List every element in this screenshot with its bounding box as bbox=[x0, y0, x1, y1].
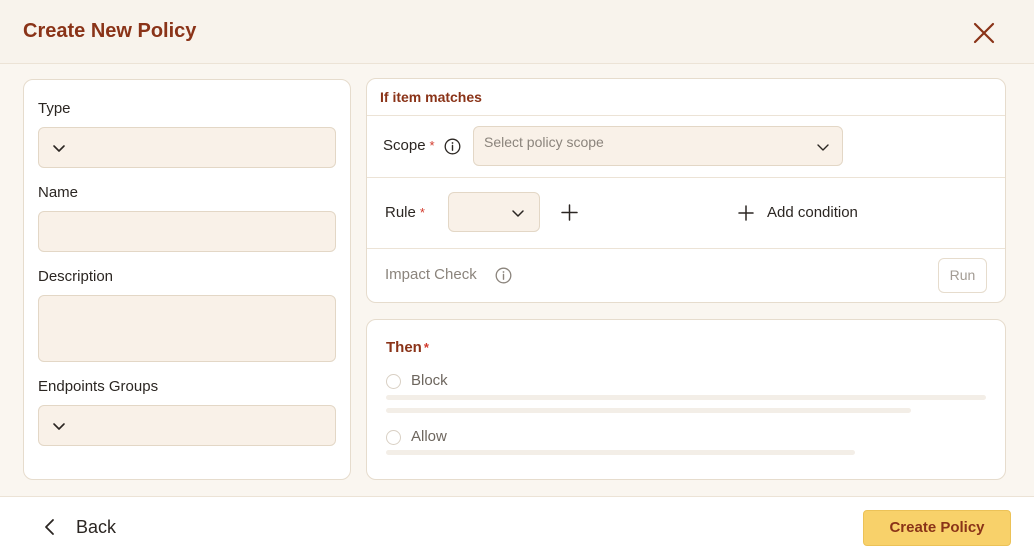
allow-radio[interactable] bbox=[386, 430, 401, 445]
chevron-left-icon bbox=[45, 519, 54, 535]
rule-label-group: Rule * bbox=[385, 204, 425, 221]
skeleton-line bbox=[386, 450, 855, 455]
rule-label: Rule bbox=[385, 204, 416, 221]
info-icon[interactable] bbox=[495, 267, 512, 284]
block-label: Block bbox=[411, 372, 448, 389]
name-input[interactable] bbox=[38, 211, 336, 252]
scope-label-group: Scope * bbox=[383, 137, 435, 154]
chevron-down-icon bbox=[53, 423, 65, 430]
add-condition-button[interactable]: Add condition bbox=[738, 203, 868, 223]
scope-placeholder: Select policy scope bbox=[484, 134, 604, 150]
description-textarea[interactable] bbox=[38, 295, 336, 362]
policy-details-panel: Type Name Description Endpoints Groups bbox=[23, 79, 351, 480]
divider bbox=[367, 177, 1005, 178]
required-mark: * bbox=[423, 340, 429, 355]
close-button[interactable] bbox=[970, 19, 998, 47]
create-policy-button[interactable]: Create Policy bbox=[863, 510, 1011, 546]
impact-check-label: Impact Check bbox=[385, 266, 477, 283]
endpoints-groups-label: Endpoints Groups bbox=[38, 378, 159, 395]
then-title-group: Then * bbox=[386, 339, 429, 356]
name-label: Name bbox=[38, 184, 79, 201]
add-rule-icon[interactable] bbox=[561, 204, 578, 221]
chevron-down-icon bbox=[53, 145, 65, 152]
type-select[interactable] bbox=[38, 127, 336, 168]
close-icon bbox=[973, 22, 995, 44]
allow-label: Allow bbox=[411, 428, 447, 445]
info-icon[interactable] bbox=[444, 138, 461, 155]
skeleton-line bbox=[386, 408, 911, 413]
divider bbox=[367, 248, 1005, 249]
required-mark: * bbox=[429, 138, 435, 153]
scope-select[interactable]: Select policy scope bbox=[473, 126, 843, 166]
back-label: Back bbox=[76, 517, 117, 537]
plus-icon bbox=[738, 205, 754, 221]
run-button[interactable]: Run bbox=[938, 258, 987, 293]
match-conditions-panel: If item matches Scope * Select policy sco… bbox=[366, 78, 1006, 303]
match-header: If item matches bbox=[367, 79, 1005, 116]
match-title: If item matches bbox=[380, 89, 482, 105]
dialog-title: Create New Policy bbox=[23, 20, 197, 42]
chevron-down-icon bbox=[817, 144, 829, 151]
scope-label: Scope bbox=[383, 137, 426, 154]
add-condition-label: Add condition bbox=[767, 204, 858, 221]
then-panel: Then * Block Allow bbox=[366, 319, 1006, 480]
description-label: Description bbox=[38, 268, 114, 285]
then-title: Then bbox=[386, 339, 422, 356]
dialog-header: Create New Policy bbox=[0, 0, 1034, 64]
skeleton-line bbox=[386, 395, 986, 400]
dialog-footer: Back Create Policy bbox=[0, 496, 1034, 558]
chevron-down-icon bbox=[512, 210, 524, 217]
back-button[interactable]: Back bbox=[40, 513, 140, 541]
endpoints-groups-select[interactable] bbox=[38, 405, 336, 446]
block-radio[interactable] bbox=[386, 374, 401, 389]
required-mark: * bbox=[419, 205, 425, 220]
type-label: Type bbox=[38, 100, 71, 117]
dialog-body: Type Name Description Endpoints Groups I… bbox=[0, 64, 1034, 496]
rule-select[interactable] bbox=[448, 192, 540, 232]
